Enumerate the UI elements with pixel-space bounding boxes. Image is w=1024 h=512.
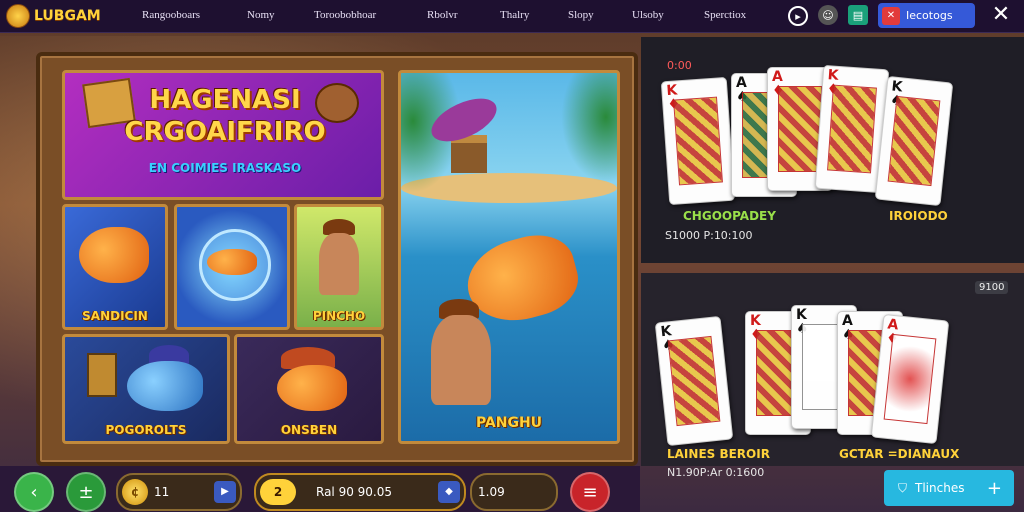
bet-pill[interactable]: 2 Ral 90 90.05 ◆: [254, 473, 466, 511]
game-board: HAGENASI CRGOAIFRIRO EN COIMIES IRASKASO…: [36, 52, 638, 466]
playing-card[interactable]: K♦: [660, 76, 736, 206]
game-title-line2: CRGOAIFRIRO: [124, 117, 326, 147]
menu-button[interactable]: ≡: [570, 472, 610, 512]
app-logo[interactable]: LUBGAM: [6, 4, 101, 28]
play-icon[interactable]: ▸: [788, 6, 808, 26]
tile-pincho[interactable]: PINCHO: [294, 204, 384, 330]
hand-timer: 0:00: [667, 59, 692, 72]
goldfish-icon: [207, 249, 257, 275]
tile-label: PINCHO: [312, 309, 366, 323]
action-button-label: Tlinches: [915, 481, 965, 495]
action-button[interactable]: ⛉ Tlinches +: [884, 470, 1014, 506]
nav-item-8[interactable]: Sperctiox: [704, 0, 746, 32]
tile-fish-orb[interactable]: [174, 204, 290, 330]
nav-item-2[interactable]: Nomy: [247, 0, 275, 32]
playing-card[interactable]: K♠: [654, 315, 734, 447]
balance-pill: 1.09: [470, 473, 558, 511]
close-icon[interactable]: ✕: [988, 3, 1014, 29]
hand-panel-bottom: 9100 K♠ K♦ K♠ A♠ A♦ LAINES BEROIR N1.90P…: [641, 273, 1024, 479]
hut-icon: [451, 135, 487, 173]
hand-badge: 9100: [975, 281, 1009, 294]
hand-title: LAINES BEROIR: [667, 447, 770, 461]
app-name: LUBGAM: [34, 8, 101, 24]
fisherman-icon: [431, 315, 491, 405]
fish-icon: [79, 227, 149, 283]
coins-pill[interactable]: ¢ 11 ▶: [116, 473, 242, 511]
bet-value: 2: [260, 479, 296, 505]
blue-fish-icon: [127, 361, 203, 411]
scene-label: PANGHU: [475, 415, 543, 431]
back-button[interactable]: ‹: [14, 472, 54, 512]
coins-menu-icon[interactable]: ▶: [214, 481, 236, 503]
top-action-label: Iecotogs: [906, 9, 953, 22]
nav-item-3[interactable]: Toroobobhoar: [314, 0, 376, 32]
hand-panel-top: 0:00 K♦ A♠ A♦ K♦ K♠ CHGOOPADEY S1000 P:1…: [641, 37, 1024, 263]
logo-coin-icon: [6, 4, 30, 28]
tile-label: POGOROLTS: [105, 423, 187, 437]
coins-value: 11: [154, 485, 170, 499]
tile-onsben[interactable]: ONSBEN: [234, 334, 384, 444]
top-action-button[interactable]: ✕ Iecotogs: [878, 3, 975, 28]
close-badge-icon: ✕: [882, 6, 900, 25]
tile-sandicin[interactable]: SANDICIN: [62, 204, 168, 330]
game-title: HAGENASI CRGOAIFRIRO: [75, 87, 375, 145]
nav-item-1[interactable]: Rangooboars: [142, 0, 200, 32]
wallet-icon[interactable]: ▤: [848, 5, 868, 25]
nav-item-7[interactable]: Ulsoby: [632, 0, 664, 32]
top-bar: LUBGAM Rangooboars Nomy Toroobobhoar Rbo…: [0, 0, 1024, 33]
playing-card[interactable]: A♦: [870, 313, 950, 445]
game-subtitle: EN COIMIES IRASKASO: [148, 161, 302, 175]
tile-label: SANDICIN: [82, 309, 148, 323]
hand-title: CHGOOPADEY: [683, 209, 776, 223]
balance-value: 1.09: [478, 485, 505, 499]
add-player-button[interactable]: ±: [66, 472, 106, 512]
game-title-line1: HAGENASI: [149, 85, 301, 115]
nav-item-5[interactable]: Thalry: [500, 0, 529, 32]
coin-icon: ¢: [122, 479, 148, 505]
nav-item-6[interactable]: Slopy: [568, 0, 594, 32]
hand-subtitle: S1000 P:10:100: [665, 229, 753, 242]
bet-menu-icon[interactable]: ◆: [438, 481, 460, 503]
nav-item-4[interactable]: Rbolvr: [427, 0, 458, 32]
avatar[interactable]: ☺: [818, 5, 838, 25]
pirate-fish-icon: [277, 365, 347, 411]
plus-icon: +: [986, 477, 1002, 499]
character-icon: [319, 233, 359, 295]
palm-tree-icon: [561, 73, 617, 183]
island-scene[interactable]: PANGHU: [398, 70, 620, 444]
tile-pogorolts[interactable]: POGOROLTS: [62, 334, 230, 444]
playing-card[interactable]: K♠: [874, 75, 954, 207]
signpost-icon: [87, 353, 117, 397]
hand-subtitle: N1.90P:Ar 0:1600: [667, 466, 765, 479]
shield-icon: ⛉: [898, 480, 908, 495]
title-banner: HAGENASI CRGOAIFRIRO EN COIMIES IRASKASO: [62, 70, 384, 200]
hand-result-label: IROIODO: [889, 209, 948, 223]
hand-result-label: GCTAR =DIANAUX: [839, 447, 960, 461]
bet-text: Ral 90 90.05: [316, 485, 393, 499]
tile-label: ONSBEN: [280, 423, 338, 437]
